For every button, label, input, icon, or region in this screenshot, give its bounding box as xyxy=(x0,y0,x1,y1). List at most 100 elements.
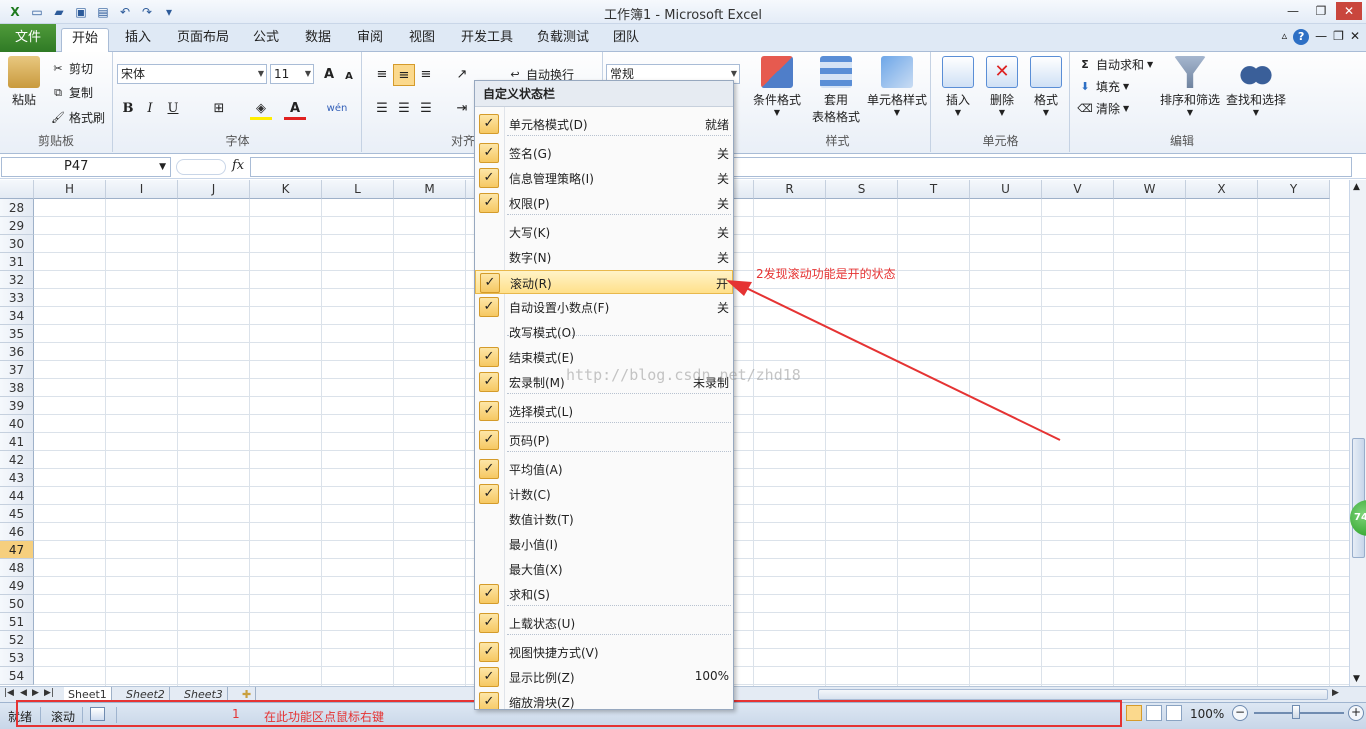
tab-home[interactable]: 开始 xyxy=(61,28,110,52)
autosum-button[interactable]: Σ 自动求和 ▼ xyxy=(1077,56,1153,73)
status-menu-item[interactable]: 改写模式(O) xyxy=(475,320,733,344)
status-menu-item[interactable]: 数值计数(T) xyxy=(475,507,733,531)
tab-view[interactable]: 视图 xyxy=(399,28,445,52)
row-header[interactable]: 38 xyxy=(0,379,34,397)
status-menu-item[interactable]: ✓ 页码(P) xyxy=(475,428,733,452)
row-header[interactable]: 31 xyxy=(0,253,34,271)
column-header[interactable]: T xyxy=(898,180,970,199)
tab-developer[interactable]: 开发工具 xyxy=(451,28,523,52)
status-menu-item[interactable]: ✓ 签名(G) 关 xyxy=(475,141,733,165)
row-header[interactable]: 51 xyxy=(0,613,34,631)
align-top-icon[interactable]: ≡ xyxy=(371,64,393,86)
column-header[interactable]: U xyxy=(970,180,1042,199)
status-menu-item[interactable]: 最大值(X) xyxy=(475,557,733,581)
tab-review[interactable]: 审阅 xyxy=(347,28,393,52)
zoom-level[interactable]: 100% xyxy=(1190,707,1224,721)
minimize-icon[interactable]: — xyxy=(1280,2,1306,20)
format-button[interactable]: 格式 ▼ xyxy=(1026,56,1066,117)
clear-button[interactable]: ⌫ 清除 ▼ xyxy=(1077,100,1129,117)
status-menu-item[interactable]: ✓ 缩放滑块(Z) xyxy=(475,690,733,709)
font-color-button[interactable]: A xyxy=(284,98,306,120)
scroll-right-icon[interactable]: ▶ xyxy=(1332,688,1339,698)
page-layout-view-icon[interactable] xyxy=(1146,705,1162,721)
name-box[interactable]: P47 ▼ xyxy=(1,157,171,177)
doc-minimize-icon[interactable]: — xyxy=(1315,29,1327,45)
orientation-icon[interactable]: ↗ xyxy=(451,64,473,86)
fill-color-icon[interactable]: ◈ xyxy=(250,98,272,120)
row-header[interactable]: 44 xyxy=(0,487,34,505)
formula-collapse-handle[interactable] xyxy=(176,159,226,175)
tab-formulas[interactable]: 公式 xyxy=(243,28,289,52)
status-menu-item[interactable]: ✓ 上载状态(U) xyxy=(475,611,733,635)
normal-view-icon[interactable] xyxy=(1126,705,1142,721)
format-painter-button[interactable]: 🖌 格式刷 xyxy=(50,109,105,126)
prev-sheet-icon[interactable]: ◀ xyxy=(20,688,27,698)
bold-button[interactable]: B xyxy=(117,98,139,120)
next-sheet-icon[interactable]: ▶ xyxy=(32,688,39,698)
borders-icon[interactable]: ⊞ xyxy=(208,98,230,120)
first-sheet-icon[interactable]: |◀ xyxy=(4,688,14,698)
column-header[interactable]: S xyxy=(826,180,898,199)
tab-data[interactable]: 数据 xyxy=(295,28,341,52)
row-header[interactable]: 54 xyxy=(0,667,34,685)
page-break-view-icon[interactable] xyxy=(1166,705,1182,721)
ribbon-minimize-icon[interactable]: ▵ xyxy=(1282,29,1288,45)
row-header[interactable]: 43 xyxy=(0,469,34,487)
shrink-font-button[interactable]: A xyxy=(338,66,360,88)
column-header[interactable]: V xyxy=(1042,180,1114,199)
row-header[interactable]: 40 xyxy=(0,415,34,433)
status-menu-item[interactable]: ✓ 自动设置小数点(F) 关 xyxy=(475,295,733,319)
find-select-button[interactable]: 查找和选择 ▼ xyxy=(1223,56,1289,117)
underline-button[interactable]: U xyxy=(162,98,184,120)
doc-close-icon[interactable]: ✕ xyxy=(1350,29,1360,45)
row-header[interactable]: 39 xyxy=(0,397,34,415)
status-menu-item[interactable]: 最小值(I) xyxy=(475,532,733,556)
conditional-format-button[interactable]: 条件格式 ▼ xyxy=(749,56,805,117)
sort-filter-button[interactable]: 排序和筛选 ▼ xyxy=(1157,56,1223,117)
align-right-icon[interactable]: ☰ xyxy=(415,98,437,120)
cell-styles-button[interactable]: 单元格样式 ▼ xyxy=(865,56,929,117)
italic-button[interactable]: I xyxy=(139,98,161,120)
delete-button[interactable]: ✕ 删除 ▼ xyxy=(982,56,1022,117)
doc-restore-icon[interactable]: ❐ xyxy=(1333,29,1344,45)
column-header[interactable]: W xyxy=(1114,180,1186,199)
tab-page-layout[interactable]: 页面布局 xyxy=(167,28,239,52)
tab-load-test[interactable]: 负载测试 xyxy=(527,28,599,52)
scroll-down-icon[interactable]: ▼ xyxy=(1353,674,1360,684)
insert-function-button[interactable]: fx xyxy=(232,158,244,173)
status-menu-item[interactable]: ✓ 滚动(R) 开 xyxy=(475,270,733,294)
zoom-out-icon[interactable]: − xyxy=(1232,705,1248,721)
select-all-corner[interactable] xyxy=(0,180,34,199)
row-header[interactable]: 30 xyxy=(0,235,34,253)
status-menu-item[interactable]: ✓ 显示比例(Z) 100% xyxy=(475,665,733,689)
align-center-icon[interactable]: ☰ xyxy=(393,98,415,120)
align-left-icon[interactable]: ☰ xyxy=(371,98,393,120)
tab-file[interactable]: 文件 xyxy=(0,24,56,52)
row-header[interactable]: 37 xyxy=(0,361,34,379)
indent-icon[interactable]: ⇥ xyxy=(451,98,473,120)
row-header[interactable]: 33 xyxy=(0,289,34,307)
row-header[interactable]: 46 xyxy=(0,523,34,541)
tab-insert[interactable]: 插入 xyxy=(115,28,161,52)
column-header[interactable]: M xyxy=(394,180,466,199)
status-menu-item[interactable]: ✓ 计数(C) xyxy=(475,482,733,506)
column-header[interactable]: X xyxy=(1186,180,1258,199)
row-header[interactable]: 35 xyxy=(0,325,34,343)
paste-button[interactable]: 粘贴 xyxy=(4,56,44,108)
help-icon[interactable]: ? xyxy=(1293,29,1310,45)
row-header[interactable]: 36 xyxy=(0,343,34,361)
column-header[interactable]: J xyxy=(178,180,250,199)
row-header[interactable]: 50 xyxy=(0,595,34,613)
status-menu-item[interactable]: ✓ 单元格模式(D) 就绪 xyxy=(475,112,733,136)
format-as-table-button[interactable]: 套用 表格格式 xyxy=(807,56,865,125)
zoom-in-icon[interactable]: + xyxy=(1348,705,1364,721)
row-header[interactable]: 47 xyxy=(0,541,34,559)
grow-font-button[interactable]: A xyxy=(318,64,340,86)
restore-icon[interactable]: ❐ xyxy=(1308,2,1334,20)
status-menu-item[interactable]: 数字(N) 关 xyxy=(475,245,733,269)
row-header[interactable]: 53 xyxy=(0,649,34,667)
row-header[interactable]: 41 xyxy=(0,433,34,451)
row-header[interactable]: 42 xyxy=(0,451,34,469)
status-menu-item[interactable]: ✓ 信息管理策略(I) 关 xyxy=(475,166,733,190)
column-header[interactable]: I xyxy=(106,180,178,199)
